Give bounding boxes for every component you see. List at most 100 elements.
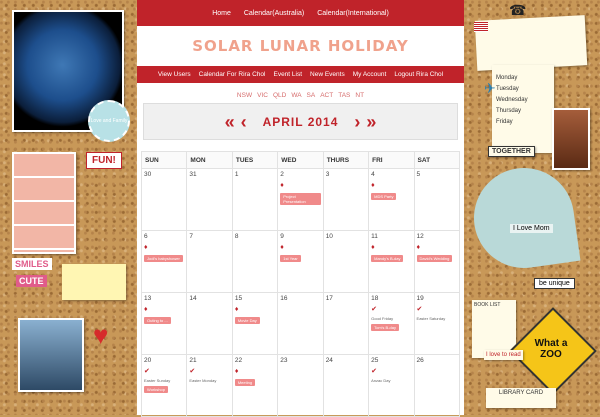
calendar-day[interactable]: 31 — [186, 168, 233, 231]
day-number: 14 — [189, 295, 197, 302]
holiday-icon: ✔ — [416, 306, 423, 313]
event-chip[interactable]: MDS Party — [371, 193, 397, 200]
calendar-day[interactable]: 24 — [322, 354, 370, 417]
memo-day: Monday — [496, 75, 518, 81]
calendar-grid: SUN MON TUES WED THURS FRI SAT 30 31 1 2 ♦ Pr… — [140, 151, 461, 417]
calendar-day[interactable]: 6 ♦ Jodi's babyshower — [140, 230, 188, 293]
double-right-arrow-icon[interactable]: » — [366, 113, 376, 131]
calendar-day[interactable]: 8 — [231, 230, 279, 293]
event-chip[interactable]: Outing to ... — [144, 317, 171, 324]
double-left-arrow-icon[interactable]: « — [225, 113, 235, 131]
calendar-day[interactable]: 9 ♦ 1st Year — [277, 230, 324, 293]
nav-calendar-for-user[interactable]: Calendar For Rira Chol — [199, 71, 266, 78]
month-header: « ‹ APRIL 2014 › » — [143, 103, 458, 140]
day-number: 31 — [189, 171, 197, 178]
event-chip[interactable]: Project Presentation — [280, 193, 321, 205]
calendar-day[interactable]: 1 — [231, 168, 279, 231]
event-chip[interactable]: Tom's B-day — [371, 324, 399, 331]
day-number: 25 — [371, 357, 379, 364]
calendar-day[interactable]: 21 ✔ Easter Monday — [186, 354, 233, 417]
day-number: 5 — [416, 171, 421, 178]
portrait-photo — [552, 108, 590, 170]
calendar-day[interactable]: 26 — [413, 354, 461, 417]
day-header: THURS — [322, 151, 370, 169]
love-family-tag: Love and Family — [88, 100, 130, 142]
state-qld[interactable]: QLD — [273, 92, 286, 99]
month-title: APRIL 2014 — [262, 114, 339, 129]
nav-home[interactable]: Home — [212, 10, 231, 17]
nav-logout[interactable]: Logout Rira Chol — [394, 71, 443, 78]
day-number: 7 — [189, 233, 194, 240]
calendar-day[interactable]: 30 — [140, 168, 188, 231]
day-number: 30 — [144, 171, 152, 178]
calendar-day[interactable]: 20 ✔ Easter Sunday Workshop — [140, 354, 188, 417]
state-nt[interactable]: NT — [355, 92, 364, 99]
calendar-day[interactable]: 4 ♦ MDS Party — [368, 168, 415, 231]
calendar-week: 13 ♦ Outing to ... 14 15 ♦ Movie Day 16 17 18 ✔ Goo… — [140, 292, 461, 355]
state-vic[interactable]: VIC — [257, 92, 268, 99]
calendar-day[interactable]: 19 ✔ Easter Saturday — [413, 292, 461, 355]
calendar-day[interactable]: 13 ♦ Outing to ... — [140, 292, 188, 355]
calendar-day[interactable]: 5 — [413, 168, 461, 231]
be-unique-label: be unique — [534, 278, 575, 289]
holiday-label: Easter Monday — [189, 378, 217, 383]
state-tas[interactable]: TAS — [338, 92, 350, 99]
holiday-icon: ✔ — [144, 368, 150, 375]
love-to-read-sticker: I love to read — [484, 350, 523, 360]
calendar-day[interactable]: 7 — [186, 230, 233, 293]
user-nav: View Users Calendar For Rira Chol Event … — [137, 66, 464, 83]
day-header: SUN — [140, 151, 188, 169]
state-act[interactable]: ACT — [320, 92, 333, 99]
library-card: LIBRARY CARD — [486, 388, 556, 408]
event-chip[interactable]: Jodi's babyshower — [144, 255, 183, 262]
event-chip[interactable]: David's Wedding — [416, 255, 453, 262]
phone-icon: ☎ — [509, 2, 527, 18]
day-number: 19 — [416, 295, 424, 302]
calendar-day[interactable]: 2 ♦ Project Presentation — [277, 168, 324, 231]
calendar-day[interactable]: 10 — [322, 230, 370, 293]
event-chip[interactable]: 1st Year — [280, 255, 301, 262]
event-chip[interactable]: Mandy's B-day — [371, 255, 404, 262]
calendar-day[interactable]: 15 ♦ Movie Day — [231, 292, 279, 355]
calendar-day[interactable]: 25 ✔ Anzac Day — [368, 354, 415, 417]
nav-new-events[interactable]: New Events — [310, 71, 345, 78]
calendar-day[interactable]: 12 ♦ David's Wedding — [413, 230, 461, 293]
state-nsw[interactable]: NSW — [237, 92, 252, 99]
holiday-label: Good Friday — [371, 316, 394, 321]
calendar-day[interactable]: 18 ✔ Good Friday Tom's B-day — [368, 292, 415, 355]
calendar-day[interactable]: 17 — [322, 292, 370, 355]
day-number: 23 — [280, 357, 288, 364]
event-icon: ♦ — [144, 306, 148, 313]
calendar-day[interactable]: 22 ♦ Meeting — [231, 354, 279, 417]
event-icon: ♦ — [144, 244, 148, 251]
calendar-day[interactable]: 16 — [277, 292, 324, 355]
left-arrow-icon[interactable]: ‹ — [241, 113, 247, 131]
event-icon: ♦ — [280, 244, 284, 251]
nav-view-users[interactable]: View Users — [158, 71, 191, 78]
event-chip[interactable]: Movie Day — [234, 317, 260, 324]
flag-icon — [474, 22, 488, 32]
state-wa[interactable]: WA — [291, 92, 301, 99]
day-number: 26 — [416, 357, 424, 364]
fun-sticker: FUN! — [86, 152, 122, 169]
nav-my-account[interactable]: My Account — [353, 71, 387, 78]
calendar-day[interactable]: 23 — [277, 354, 324, 417]
calendar-day[interactable]: 3 — [322, 168, 370, 231]
site-logo[interactable]: SOLAR LUNAR HOLIDAY — [137, 26, 464, 66]
state-filter: NSW VIC QLD WA SA ACT TAS NT — [137, 87, 464, 103]
calendar-day[interactable]: 14 — [186, 292, 233, 355]
day-header: WED — [277, 151, 324, 169]
event-icon: ♦ — [234, 368, 239, 375]
nav-calendar-international[interactable]: Calendar(International) — [317, 10, 389, 17]
nav-calendar-australia[interactable]: Calendar(Australia) — [244, 10, 304, 17]
event-chip[interactable]: Workshop — [144, 386, 168, 393]
event-icon: ♦ — [280, 182, 284, 189]
event-chip[interactable]: Meeting — [234, 379, 256, 386]
holiday-label: Anzac Day — [371, 378, 391, 383]
day-number: 10 — [325, 233, 333, 240]
right-arrow-icon[interactable]: › — [354, 113, 360, 131]
nav-event-list[interactable]: Event List — [273, 71, 302, 78]
calendar-day[interactable]: 11 ♦ Mandy's B-day — [368, 230, 415, 293]
state-sa[interactable]: SA — [307, 92, 316, 99]
zoo-text: What a ZOO — [534, 338, 568, 360]
